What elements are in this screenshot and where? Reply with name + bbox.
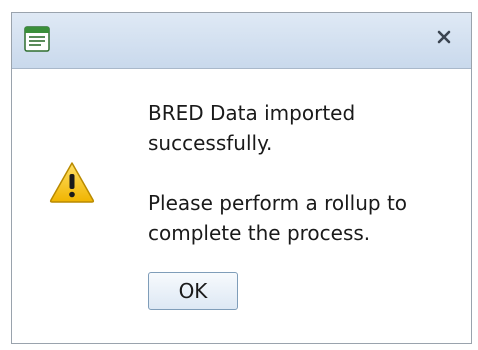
dialog-titlebar[interactable]: [12, 13, 471, 69]
dialog-message: BRED Data imported successfully. Please …: [148, 98, 448, 248]
close-button[interactable]: [431, 26, 457, 52]
message-line-imported: BRED Data imported successfully.: [148, 101, 356, 155]
message-line-rollup: Please perform a rollup to complete the …: [148, 191, 408, 245]
window-app-icon: [24, 26, 50, 52]
warning-icon: [48, 160, 96, 204]
ok-button[interactable]: OK: [148, 272, 238, 310]
close-icon: [435, 28, 453, 50]
